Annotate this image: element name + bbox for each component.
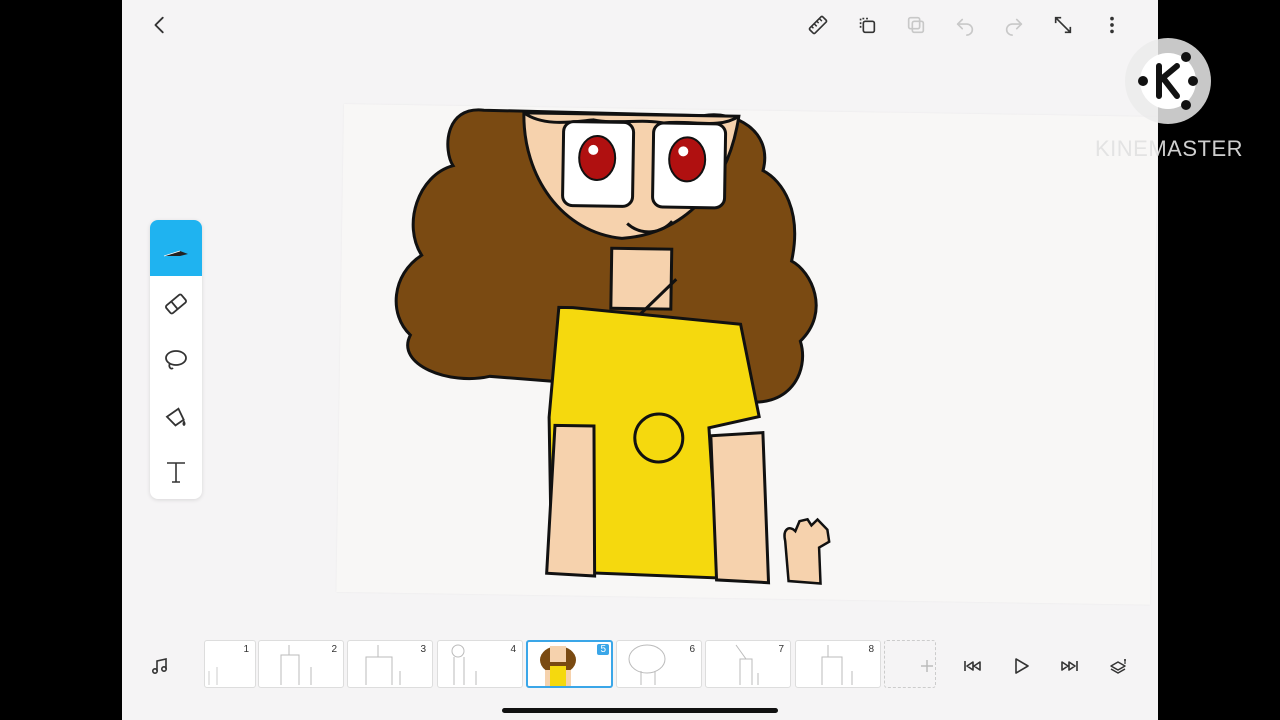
- watermark-text: KINEMASTER: [1094, 136, 1244, 161]
- letterbox-left: [0, 0, 122, 720]
- eraser-tool[interactable]: [150, 276, 202, 332]
- play-button[interactable]: [1007, 652, 1035, 680]
- undo-button[interactable]: [950, 10, 980, 40]
- frame-thumbnail-selected[interactable]: 5: [526, 640, 613, 688]
- frame-thumbnail[interactable]: 7: [705, 640, 791, 688]
- pen-icon: [163, 250, 188, 257]
- home-indicator: [502, 708, 778, 713]
- redo-icon: [1005, 18, 1023, 36]
- frame-timeline: 1 2 3 4 5 6 7 8: [122, 636, 1158, 692]
- first-frame-button[interactable]: [958, 652, 986, 680]
- frame-number: 1: [243, 644, 249, 655]
- play-icon: [1015, 658, 1029, 674]
- pen-tool[interactable]: [150, 220, 202, 276]
- copy-icon: [859, 17, 876, 34]
- redo-button[interactable]: [999, 10, 1029, 40]
- flipaclip-app: 1 2 3 4 5 6 7 8: [122, 0, 1158, 720]
- top-toolbar: [122, 0, 1158, 50]
- frame-thumbnail[interactable]: 4: [437, 640, 523, 688]
- more-options-button[interactable]: [1097, 10, 1127, 40]
- music-button[interactable]: [146, 652, 174, 680]
- right-eye-iris: [668, 136, 707, 183]
- more-vertical-icon: [1110, 16, 1114, 34]
- kinemaster-watermark: KINEMASTER: [1094, 38, 1244, 168]
- text-icon: [167, 462, 185, 483]
- frame-number: 8: [868, 644, 874, 655]
- frame-number: 7: [778, 644, 784, 655]
- frame-number: 2: [331, 644, 337, 655]
- frame-number: 5: [597, 644, 609, 655]
- frame-number: 4: [510, 644, 516, 655]
- expand-icon: [1054, 16, 1072, 34]
- frame-thumbnail[interactable]: 6: [616, 640, 702, 688]
- frame-number: 6: [689, 644, 695, 655]
- kinemaster-logo: [1125, 38, 1211, 124]
- ruler-icon: [808, 15, 828, 35]
- back-button[interactable]: [145, 10, 175, 40]
- undo-icon: [956, 18, 974, 36]
- eraser-icon: [165, 293, 187, 315]
- frame-thumbnail[interactable]: 1: [204, 640, 256, 688]
- add-frame-button[interactable]: [913, 652, 941, 680]
- lasso-icon: [165, 350, 187, 370]
- skip-back-icon: [964, 661, 981, 671]
- shirt-emblem: [633, 412, 685, 464]
- copy-button[interactable]: [852, 10, 882, 40]
- frame-thumbnail[interactable]: 2: [258, 640, 344, 688]
- frame-number: 3: [420, 644, 426, 655]
- drawing-canvas[interactable]: [336, 104, 1158, 605]
- music-note-icon: [151, 658, 168, 675]
- text-tool[interactable]: [150, 444, 202, 499]
- tool-panel: [150, 220, 202, 499]
- waving-hand: [783, 517, 831, 585]
- last-frame-button[interactable]: [1056, 652, 1084, 680]
- neck: [609, 246, 674, 311]
- chevron-left-icon: [154, 16, 164, 34]
- ruler-button[interactable]: [803, 10, 833, 40]
- left-eye-iris: [578, 134, 617, 181]
- paste-icon: [907, 16, 925, 34]
- paste-button[interactable]: [901, 10, 931, 40]
- frame-thumbnail[interactable]: 3: [347, 640, 433, 688]
- plus-icon: [921, 660, 933, 672]
- paint-bucket-icon: [165, 407, 186, 427]
- layers-icon: [1110, 659, 1126, 674]
- layers-button[interactable]: [1105, 652, 1133, 680]
- character-drawing: [394, 108, 831, 585]
- frame-thumbnail[interactable]: 8: [795, 640, 881, 688]
- left-arm: [545, 423, 597, 578]
- lasso-tool[interactable]: [150, 332, 202, 388]
- fullscreen-button[interactable]: [1048, 10, 1078, 40]
- right-arm: [709, 431, 771, 585]
- fill-tool[interactable]: [150, 388, 202, 444]
- skip-forward-icon: [1061, 661, 1078, 671]
